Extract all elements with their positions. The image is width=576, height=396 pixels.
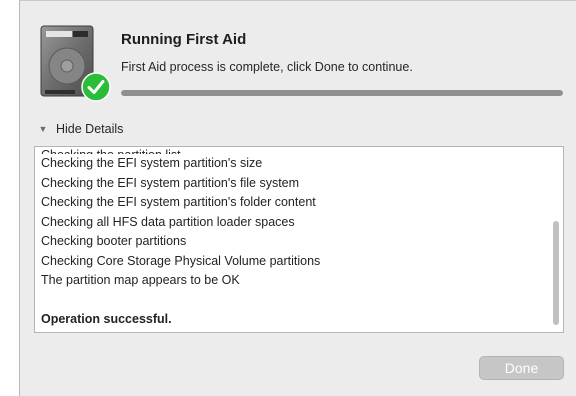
log-line: Checking all HFS data partition loader s… — [41, 214, 295, 229]
status-message: First Aid process is complete, click Don… — [121, 60, 413, 74]
log-line: Checking the EFI system partition's file… — [41, 175, 300, 190]
checkmark-icon — [81, 72, 111, 102]
log-line: Checking the EFI system partition's size — [41, 156, 263, 170]
log-scrollbar-thumb[interactable] — [553, 221, 559, 325]
progress-bar — [121, 90, 563, 96]
done-button[interactable]: Done — [479, 356, 564, 380]
log-line: The partition map appears to be OK — [41, 273, 240, 287]
log-lines: Checking the partition list Checking the… — [41, 147, 547, 330]
log-blank-line — [41, 291, 547, 311]
hide-details-label: Hide Details — [56, 122, 124, 136]
log-line-partial: Checking the partition list — [41, 147, 547, 154]
log-line: Checking Core Storage Physical Volume pa… — [41, 253, 321, 268]
disclosure-triangle-icon: ▼ — [38, 124, 48, 134]
progress-bar-fill — [121, 90, 563, 96]
log-line: Checking booter partitions — [41, 234, 187, 248]
log-line: Operation successful. — [41, 312, 172, 326]
log-line: Checking the EFI system partition's fold… — [41, 195, 316, 209]
first-aid-dialog: Running First Aid First Aid process is c… — [19, 0, 576, 396]
hide-details-toggle[interactable]: ▼ Hide Details — [38, 122, 124, 136]
log-scrollbar[interactable] — [552, 149, 560, 330]
log-output[interactable]: Checking the partition list Checking the… — [34, 146, 564, 333]
dialog-title: Running First Aid — [121, 31, 247, 48]
